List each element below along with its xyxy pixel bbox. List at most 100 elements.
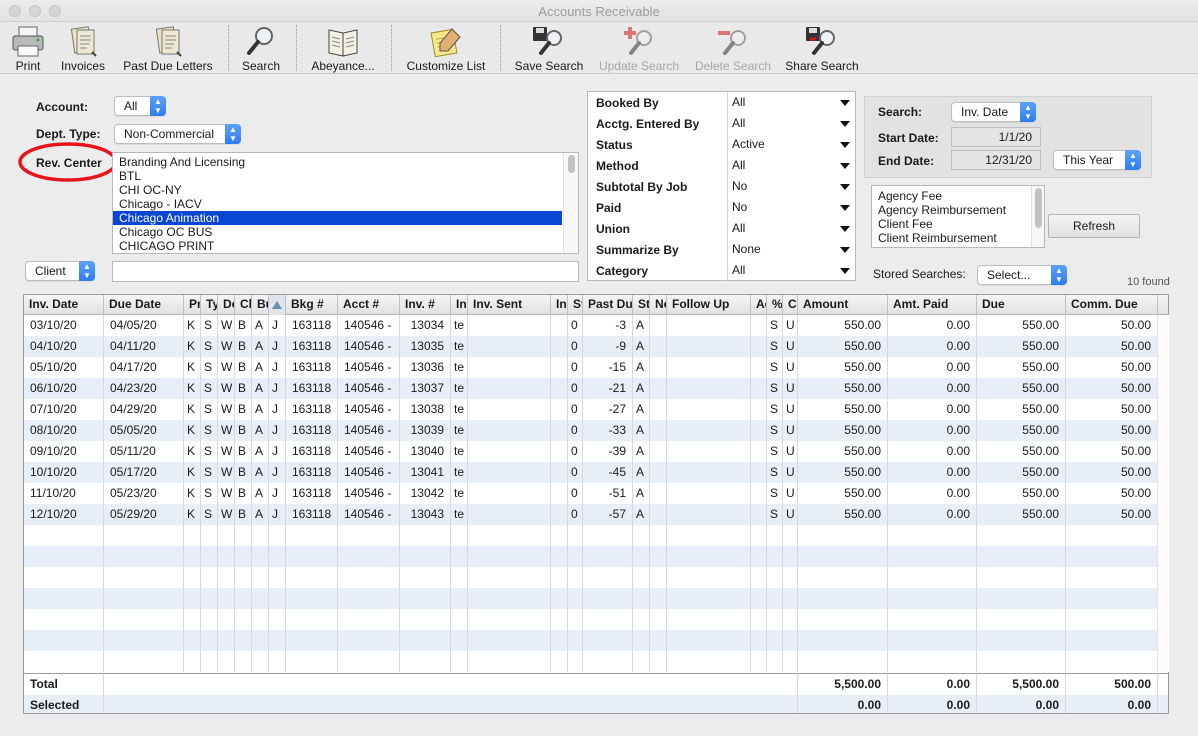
column-header[interactable]: Past Du xyxy=(583,295,633,315)
rev-center-item[interactable]: Chicago - IACV xyxy=(113,197,562,211)
column-header[interactable]: Inv. # xyxy=(400,295,451,315)
table-row[interactable]: 03/10/20 04/05/20 K S W B A J 163118 140546 -1303… xyxy=(24,315,1168,336)
dept-type-label: Dept. Type: xyxy=(36,127,101,141)
column-header[interactable]: De xyxy=(218,295,235,315)
criteria-union-popup[interactable]: All xyxy=(727,218,855,239)
table-cell xyxy=(1066,588,1158,609)
dept-type-popup[interactable]: Non-Commercial ▲ ▼ xyxy=(114,124,241,144)
rev-center-item[interactable]: Chicago OC BUS xyxy=(113,225,562,239)
invoices-button[interactable]: Invoices xyxy=(58,22,108,74)
criteria-category-popup[interactable]: All xyxy=(727,260,855,281)
end-date-field[interactable]: 12/31/20 xyxy=(951,150,1041,170)
column-header[interactable]: Comm. Due xyxy=(1066,295,1158,315)
table-row[interactable]: 09/10/20 05/11/20 K S W B A J 163118 140546 -1304… xyxy=(24,441,1168,462)
table-cell: 05/11/20 xyxy=(104,441,184,462)
rev-center-scrollbar[interactable] xyxy=(563,153,578,253)
search-button[interactable]: Search xyxy=(238,22,284,74)
stored-searches-popup[interactable]: Select... ▲ ▼ xyxy=(977,265,1067,285)
column-header[interactable]: Ac xyxy=(751,295,767,315)
column-header[interactable]: Amount xyxy=(798,295,888,315)
share-search-button[interactable]: Share Search xyxy=(784,22,860,74)
table-cell: te xyxy=(451,399,468,420)
column-header[interactable]: Ne xyxy=(650,295,667,315)
table-cell: U xyxy=(783,399,798,420)
table-cell xyxy=(1066,546,1158,567)
save-search-button[interactable]: Save Search xyxy=(512,22,586,74)
column-header[interactable]: In xyxy=(451,295,468,315)
table-cell xyxy=(252,546,269,567)
table-cell xyxy=(269,651,286,672)
column-header[interactable]: St xyxy=(633,295,650,315)
abeyance-button[interactable]: Abeyance... xyxy=(306,22,380,74)
criteria-booked-by-popup[interactable]: All xyxy=(727,92,855,113)
table-cell: 50.00 xyxy=(1066,315,1158,336)
fee-type-item[interactable]: Client Reimbursement xyxy=(872,231,1030,245)
table-cell xyxy=(583,609,633,630)
criteria-status-popup[interactable]: Active xyxy=(727,134,855,155)
rev-center-item-selected[interactable]: Chicago Animation xyxy=(113,211,562,225)
table-vertical-scrollbar[interactable] xyxy=(1157,315,1169,672)
column-header[interactable]: Due Date xyxy=(104,295,184,315)
rev-center-list[interactable]: Branding And Licensing BTL CHI OC-NY Chi… xyxy=(112,152,579,254)
table-row[interactable]: 04/10/20 04/11/20 K S W B A J 163118 140546 -1303… xyxy=(24,336,1168,357)
criteria-paid-popup[interactable]: No xyxy=(727,197,855,218)
criteria-method-popup[interactable]: All xyxy=(727,155,855,176)
column-header[interactable]: Pr xyxy=(184,295,201,315)
table-row[interactable]: 12/10/20 05/29/20 K S W B A J 163118 140546 -1304… xyxy=(24,504,1168,525)
delete-search-button[interactable]: Delete Search xyxy=(692,22,774,74)
refresh-button[interactable]: Refresh xyxy=(1048,214,1140,238)
start-date-field[interactable]: 1/1/20 xyxy=(951,127,1041,147)
column-header[interactable]: Cu xyxy=(783,295,798,315)
table-cell: 140546 - xyxy=(338,378,400,399)
table-cell xyxy=(650,630,667,651)
past-due-letters-button[interactable]: Past Due Letters xyxy=(119,22,217,74)
column-header[interactable]: % xyxy=(767,295,783,315)
table-cell: J xyxy=(269,378,286,399)
fee-type-item[interactable]: Agency Fee xyxy=(872,189,1030,203)
column-header[interactable]: Cl xyxy=(235,295,252,315)
column-header[interactable]: Inv. Sent xyxy=(468,295,551,315)
criteria-summarize-by-popup[interactable]: None xyxy=(727,239,855,260)
column-header[interactable]: Acct # xyxy=(338,295,400,315)
table-row[interactable]: 10/10/20 05/17/20 K S W B A J 163118 140546 -1304… xyxy=(24,462,1168,483)
fee-type-item[interactable]: Client Fee xyxy=(872,217,1030,231)
account-value: All xyxy=(124,99,138,113)
table-cell xyxy=(551,399,568,420)
column-header[interactable]: Bu xyxy=(252,295,269,315)
table-row[interactable]: 08/10/20 05/05/20 K S W B A J 163118 140546 -1303… xyxy=(24,420,1168,441)
rev-center-item[interactable]: CHICAGO PRINT xyxy=(113,239,562,253)
table-row[interactable]: 06/10/20 04/23/20 K S W B A J 163118 140546 -1303… xyxy=(24,378,1168,399)
table-row[interactable]: 07/10/20 04/29/20 K S W B A J 163118 140546 -1303… xyxy=(24,399,1168,420)
client-field-popup[interactable]: Client ▲ ▼ xyxy=(25,261,95,281)
print-button[interactable]: Print xyxy=(6,22,50,74)
table-cell: A xyxy=(633,462,650,483)
update-search-button[interactable]: Update Search xyxy=(596,22,682,74)
column-header[interactable]: St xyxy=(568,295,583,315)
account-popup[interactable]: All ▲ ▼ xyxy=(114,96,166,116)
table-cell: 0 xyxy=(568,483,583,504)
column-header[interactable]: Follow Up xyxy=(667,295,751,315)
criteria-subtotal-by-job-popup[interactable]: No xyxy=(727,176,855,197)
fee-type-list[interactable]: Agency Fee Agency Reimbursement Client F… xyxy=(871,185,1045,248)
customize-list-button[interactable]: Customize List xyxy=(402,22,490,74)
fee-type-scrollbar[interactable] xyxy=(1031,186,1044,247)
column-header[interactable]: Inv. Date xyxy=(24,295,104,315)
rev-center-item[interactable]: CHI OC-NY xyxy=(113,183,562,197)
column-header[interactable]: In xyxy=(551,295,568,315)
search-by-popup[interactable]: Inv. Date ▲ ▼ xyxy=(951,102,1036,122)
date-range-popup[interactable]: This Year ▲ ▼ xyxy=(1053,150,1141,170)
criteria-acctg-entered-by-popup[interactable]: All xyxy=(727,113,855,134)
table-row[interactable]: 05/10/20 04/17/20 K S W B A J 163118 140546 -1303… xyxy=(24,357,1168,378)
table-cell xyxy=(551,441,568,462)
column-header[interactable]: Ty xyxy=(201,295,218,315)
client-search-input[interactable] xyxy=(112,261,579,282)
column-header[interactable]: Bkg # xyxy=(286,295,338,315)
column-header[interactable]: Due xyxy=(977,295,1066,315)
column-header[interactable] xyxy=(269,295,286,315)
client-popup-value: Client xyxy=(35,264,66,278)
rev-center-item[interactable]: Branding And Licensing xyxy=(113,155,562,169)
column-header[interactable]: Amt. Paid xyxy=(888,295,977,315)
table-row[interactable]: 11/10/20 05/23/20 K S W B A J 163118 140546 -1304… xyxy=(24,483,1168,504)
rev-center-item[interactable]: BTL xyxy=(113,169,562,183)
fee-type-item[interactable]: Agency Reimbursement xyxy=(872,203,1030,217)
